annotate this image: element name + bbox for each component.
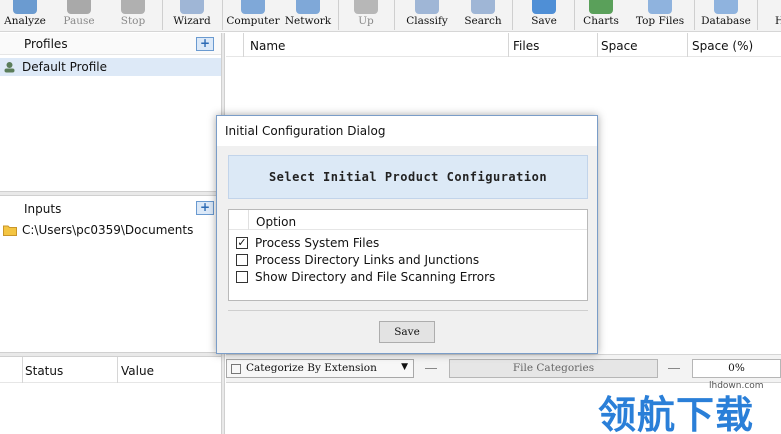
toolbar-separator [162, 0, 163, 30]
analyze-icon [13, 0, 37, 14]
column-status[interactable]: Status [25, 364, 63, 378]
inputs-title: Inputs [24, 202, 62, 216]
profiles-header: Profiles + [0, 33, 221, 55]
column-divider [22, 357, 23, 383]
main-list-header: Name Files Space Space (%) [226, 33, 781, 57]
option-label: Process System Files [255, 236, 380, 250]
file-categories-bar[interactable]: File Categories [449, 359, 658, 378]
options-list: Option ✓ Process System Files Process Di… [228, 209, 588, 301]
column-divider [243, 33, 244, 57]
list-item[interactable]: Default Profile [0, 58, 221, 76]
toolbar-separator [338, 0, 339, 30]
column-space-percent[interactable]: Space (%) [692, 39, 753, 53]
input-path-label: C:\Users\pc0359\Documents [22, 223, 194, 237]
column-divider [117, 357, 118, 383]
watermark-logo: 领航下载 [598, 393, 755, 434]
profiles-title: Profiles [24, 37, 68, 51]
column-divider [248, 210, 249, 230]
computer-icon [241, 0, 265, 14]
column-files[interactable]: Files [513, 39, 539, 53]
option-row[interactable]: ✓ Process System Files [229, 235, 587, 252]
up-button[interactable]: Up [342, 0, 390, 31]
checkbox-checked[interactable]: ✓ [236, 237, 248, 249]
properties-panel: Status Value [0, 357, 221, 434]
top-files-icon [648, 0, 672, 14]
toolbar-separator [512, 0, 513, 30]
charts-icon [589, 0, 613, 14]
pause-button[interactable]: Pause [54, 0, 104, 31]
profile-icon [4, 62, 15, 73]
option-row[interactable]: Process Directory Links and Junctions [229, 252, 587, 269]
checkbox-unchecked[interactable] [236, 271, 248, 283]
column-divider [597, 33, 598, 57]
database-button[interactable]: Database [698, 0, 754, 31]
toolbar-separator [574, 0, 575, 30]
categorize-select[interactable]: Categorize By Extension ▼ [226, 359, 414, 378]
properties-header: Status Value [0, 357, 221, 383]
classify-icon [415, 0, 439, 14]
database-icon [714, 0, 738, 14]
wizard-button[interactable]: Wizard [166, 0, 218, 31]
profile-label: Default Profile [22, 60, 107, 74]
analyze-button[interactable]: Analyze [0, 0, 50, 31]
search-button[interactable]: Search [458, 0, 508, 31]
category-icon [231, 364, 241, 374]
dialog-titlebar[interactable]: Initial Configuration Dialog [217, 116, 597, 146]
classify-button[interactable]: Classify [398, 0, 456, 31]
horizontal-splitter[interactable] [0, 191, 221, 196]
help-button[interactable]: H [762, 0, 781, 31]
network-button[interactable]: Network [282, 0, 334, 31]
divider-dash [425, 368, 437, 369]
column-divider [508, 33, 509, 57]
toolbar-separator [757, 0, 758, 30]
divider-dash [668, 368, 680, 369]
add-input-button[interactable]: + [196, 201, 214, 215]
column-space[interactable]: Space [601, 39, 638, 53]
toolbar: Analyze Pause Stop Wizard Computer Netwo… [0, 0, 781, 32]
options-header: Option [229, 210, 587, 230]
option-label: Process Directory Links and Junctions [255, 253, 480, 267]
inputs-header: Inputs + [0, 197, 221, 219]
chevron-down-icon: ▼ [401, 362, 408, 372]
option-row[interactable]: Show Directory and File Scanning Errors [229, 269, 587, 286]
toolbar-separator [694, 0, 695, 30]
progress-percent: 0% [692, 359, 781, 378]
charts-button[interactable]: Charts [578, 0, 624, 31]
add-profile-button[interactable]: + [196, 37, 214, 51]
search-icon [471, 0, 495, 14]
dialog-divider [228, 310, 588, 311]
pause-icon [67, 0, 91, 14]
computer-button[interactable]: Computer [226, 0, 280, 31]
network-icon [296, 0, 320, 14]
column-divider [687, 33, 688, 57]
stop-button[interactable]: Stop [108, 0, 158, 31]
dialog-title: Initial Configuration Dialog [225, 124, 386, 138]
column-name[interactable]: Name [250, 39, 285, 53]
up-arrow-icon [354, 0, 378, 14]
dialog-banner: Select Initial Product Configuration [228, 155, 588, 199]
list-item[interactable]: C:\Users\pc0359\Documents [0, 221, 221, 239]
dialog-save-button[interactable]: Save [379, 321, 435, 343]
option-column-header[interactable]: Option [256, 215, 296, 229]
categorize-value: Categorize By Extension [246, 362, 377, 374]
profiles-panel: Profiles + Default Profile [0, 33, 221, 191]
folder-icon [3, 225, 17, 236]
top-files-button[interactable]: Top Files [628, 0, 692, 31]
column-value[interactable]: Value [121, 364, 154, 378]
save-icon [532, 0, 556, 14]
toolbar-separator [394, 0, 395, 30]
checkbox-unchecked[interactable] [236, 254, 248, 266]
save-button[interactable]: Save [516, 0, 572, 31]
toolbar-separator [222, 0, 223, 30]
initial-configuration-dialog: Initial Configuration Dialog Select Init… [216, 115, 598, 354]
inputs-panel: Inputs + C:\Users\pc0359\Documents [0, 197, 221, 352]
stop-icon [121, 0, 145, 14]
option-label: Show Directory and File Scanning Errors [255, 270, 496, 284]
wizard-icon [180, 0, 204, 14]
